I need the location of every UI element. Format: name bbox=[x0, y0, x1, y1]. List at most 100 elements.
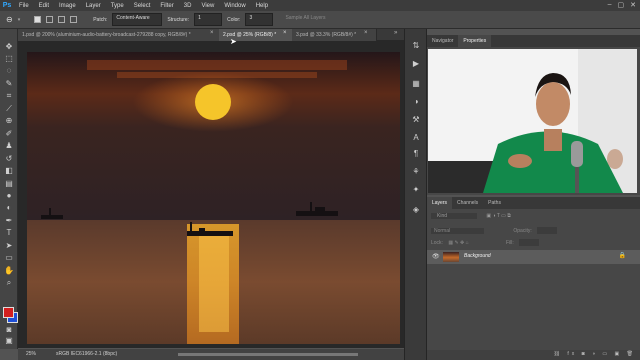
layer-thumbnail bbox=[443, 252, 459, 262]
lock-icon: 🔒 bbox=[618, 253, 626, 259]
layers-panel-footer: ⛓ fx ◙ ◑ ▭ ▣ 🗑 bbox=[427, 350, 640, 360]
eyedropper-icon[interactable]: ⟋ bbox=[4, 104, 14, 114]
layers-footer-icons[interactable]: ⛓ fx ◙ ◑ ▭ ▣ 🗑 bbox=[554, 351, 636, 357]
gradient-icon[interactable]: ▤ bbox=[4, 179, 14, 189]
options-bar: ⊖ ▾ Patch: Content-Aware Structure: 1 Co… bbox=[0, 11, 640, 29]
layer-row-background[interactable]: 👁 Background 🔒 bbox=[427, 250, 640, 264]
path-select-icon[interactable]: ➤ bbox=[4, 241, 14, 251]
menu-bar: Ps File Edit Image Layer Type Select Fil… bbox=[0, 0, 640, 11]
opacity-input[interactable] bbox=[537, 227, 558, 234]
intersect-selection-icon[interactable] bbox=[70, 16, 78, 23]
subtract-selection-icon[interactable] bbox=[58, 16, 66, 23]
color-select[interactable]: 3 bbox=[245, 13, 274, 26]
history-icon[interactable]: ⇅ bbox=[411, 41, 421, 51]
fill-input[interactable] bbox=[519, 239, 540, 246]
layer-name[interactable]: Background bbox=[464, 253, 491, 259]
paragraph-icon[interactable]: ¶ bbox=[411, 149, 421, 159]
structure-select[interactable]: 1 bbox=[194, 13, 223, 26]
tab-channels[interactable]: Channels bbox=[452, 197, 483, 209]
menu-view[interactable]: View bbox=[196, 3, 219, 9]
patch-icon[interactable]: ⊕ bbox=[4, 116, 14, 126]
styles-icon[interactable]: ✦ bbox=[411, 185, 421, 195]
tab-label: 3.psd @ 33.3% (RGB/8#) * bbox=[296, 32, 357, 38]
menu-select[interactable]: Select bbox=[129, 3, 156, 9]
sunset-photo-canvas[interactable] bbox=[27, 52, 400, 344]
history-brush-icon[interactable]: ↺ bbox=[4, 154, 14, 164]
menu-window[interactable]: Window bbox=[219, 3, 250, 9]
minimize-button[interactable]: – bbox=[608, 1, 612, 9]
menu-type[interactable]: Type bbox=[106, 3, 129, 9]
close-window-button[interactable]: ✕ bbox=[630, 1, 636, 9]
lasso-icon[interactable]: ◌ bbox=[4, 66, 14, 76]
tab-layers[interactable]: Layers bbox=[427, 197, 453, 209]
hand-icon[interactable]: ✋ bbox=[4, 266, 14, 276]
maximize-button[interactable]: ▢ bbox=[618, 1, 625, 9]
stamp-icon[interactable]: ♟ bbox=[4, 141, 14, 151]
layer-filter-row: Kind ▣ ◑ T ▭ ⧉ bbox=[431, 213, 636, 222]
filter-icons[interactable]: ▣ ◑ T ▭ ⧉ bbox=[486, 213, 510, 219]
dodge-icon[interactable]: ◐ bbox=[4, 203, 14, 213]
menu-edit[interactable]: Edit bbox=[34, 3, 54, 9]
zoom-level[interactable]: 25% bbox=[26, 349, 36, 360]
close-tab-icon[interactable]: × bbox=[364, 30, 368, 36]
tab-navigator[interactable]: Navigator bbox=[427, 35, 458, 47]
sunset-image bbox=[27, 52, 400, 344]
tab-paths[interactable]: Paths bbox=[483, 197, 506, 209]
mouse-cursor-icon: ➤ bbox=[230, 37, 237, 46]
menu-file[interactable]: File bbox=[14, 3, 34, 9]
screen-mode-icon[interactable]: ▣ bbox=[4, 336, 14, 346]
structure-label: Structure: bbox=[167, 16, 190, 23]
move-icon[interactable]: ✥ bbox=[4, 42, 14, 52]
color-profile: sRGB IEC61966-2.1 (8bpc) bbox=[56, 351, 118, 357]
actions-icon[interactable]: ▶ bbox=[411, 59, 421, 69]
foreground-color-swatch[interactable] bbox=[3, 307, 14, 318]
crop-icon[interactable]: ⌗ bbox=[4, 91, 14, 101]
3d-icon[interactable]: ◈ bbox=[411, 205, 421, 215]
pen-icon[interactable]: ✒ bbox=[4, 216, 14, 226]
close-tab-icon[interactable]: × bbox=[210, 30, 214, 36]
eye-icon[interactable]: 👁 bbox=[432, 253, 440, 260]
patch-label: Patch: bbox=[93, 16, 108, 23]
eraser-icon[interactable]: ◧ bbox=[4, 166, 14, 176]
status-bar: 25% sRGB IEC61966-2.1 (8bpc) bbox=[18, 349, 404, 360]
opacity-label: Opacity: bbox=[513, 227, 532, 234]
brush-settings-icon[interactable]: ⚒ bbox=[411, 115, 421, 125]
fill-label: Fill: bbox=[506, 239, 514, 246]
window-controls: – ▢ ✕ bbox=[608, 1, 636, 9]
patch-mode-select[interactable]: Content-Aware bbox=[112, 13, 163, 26]
sun-shape bbox=[195, 84, 231, 120]
character-icon[interactable]: A bbox=[411, 133, 421, 143]
adjustments-icon[interactable]: ◑ bbox=[411, 97, 421, 107]
blur-icon[interactable]: ● bbox=[4, 191, 14, 201]
tool-preset-dropdown-icon[interactable]: ▾ bbox=[18, 17, 21, 23]
quick-select-icon[interactable]: ✎ bbox=[4, 79, 14, 89]
menu-filter[interactable]: Filter bbox=[155, 3, 178, 9]
menu-image[interactable]: Image bbox=[54, 3, 81, 9]
brush-icon[interactable]: ✐ bbox=[4, 129, 14, 139]
quick-mask-icon[interactable]: ◙ bbox=[4, 325, 14, 335]
lock-icons[interactable]: ▦ ✎ ✥ ⌂ bbox=[448, 240, 468, 246]
tab-properties[interactable]: Properties bbox=[458, 35, 492, 47]
close-tab-icon[interactable]: × bbox=[283, 30, 287, 36]
menu-help[interactable]: Help bbox=[251, 3, 273, 9]
panel-menu-icon[interactable]: » bbox=[394, 30, 397, 36]
tab-label: 1.psd @ 200% (aluminium-audio-battery-br… bbox=[22, 32, 191, 38]
layer-kind-filter[interactable]: Kind bbox=[431, 213, 477, 219]
swatches-icon[interactable]: ▦ bbox=[411, 79, 421, 89]
menu-3d[interactable]: 3D bbox=[179, 3, 197, 9]
shape-icon[interactable]: ▭ bbox=[4, 253, 14, 263]
sample-all-layers-checkbox[interactable]: Sample All Layers bbox=[278, 13, 333, 26]
zoom-icon[interactable]: ⌕ bbox=[4, 278, 14, 288]
blend-mode-select[interactable]: Normal bbox=[431, 227, 484, 234]
add-selection-icon[interactable] bbox=[46, 16, 54, 23]
patch-tool-icon[interactable]: ⊖ bbox=[6, 15, 13, 24]
tab-document-1[interactable]: 1.psd @ 200% (aluminium-audio-battery-br… bbox=[18, 29, 223, 41]
photoshop-logo: Ps bbox=[2, 2, 12, 9]
type-icon[interactable]: T bbox=[4, 228, 14, 238]
clone-source-icon[interactable]: ⚘ bbox=[411, 167, 421, 177]
marquee-icon[interactable]: ⬚ bbox=[4, 54, 14, 64]
new-selection-icon[interactable] bbox=[34, 16, 42, 23]
menu-layer[interactable]: Layer bbox=[81, 3, 106, 9]
horizontal-scrollbar[interactable] bbox=[178, 353, 358, 356]
lock-row: Lock: ▦ ✎ ✥ ⌂ Fill: bbox=[431, 239, 636, 246]
